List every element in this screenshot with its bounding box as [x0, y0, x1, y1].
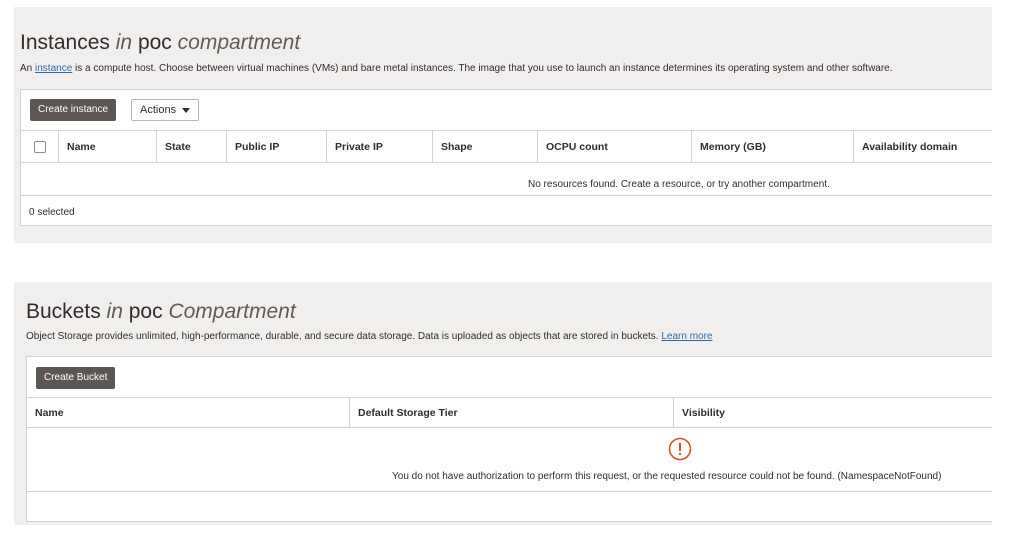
select-all-cell [21, 131, 58, 162]
column-header-public-ip[interactable]: Public IP [226, 131, 326, 162]
column-header-name[interactable]: Name [27, 398, 349, 427]
actions-button[interactable]: Actions [131, 99, 200, 121]
chevron-down-icon [182, 107, 191, 113]
column-header-memory[interactable]: Memory (GB) [691, 131, 853, 162]
buckets-panel: Buckets in poc Compartment Object Storag… [14, 282, 992, 525]
instances-table-footer: 0 selected [21, 195, 992, 227]
instances-page-title: Instances in poc compartment [20, 31, 300, 55]
title-compartment-name: poc [137, 31, 172, 54]
desc-text: Object Storage provides unlimited, high-… [26, 331, 659, 342]
buckets-table-footer [27, 491, 992, 523]
column-header-state[interactable]: State [156, 131, 226, 162]
column-header-name[interactable]: Name [58, 131, 156, 162]
select-all-checkbox[interactable] [33, 140, 46, 153]
instances-table-header: Name State Public IP Private IP Shape OC… [21, 130, 992, 163]
instances-panel: Instances in poc compartment An instance… [14, 7, 992, 243]
actions-label: Actions [140, 104, 177, 116]
title-main: Instances [20, 31, 110, 54]
title-main: Buckets [26, 300, 101, 323]
column-header-default-storage-tier[interactable]: Default Storage Tier [349, 398, 673, 427]
buckets-description: Object Storage provides unlimited, high-… [26, 331, 713, 342]
buckets-table-header: Name Default Storage Tier Visibility [27, 397, 992, 428]
column-header-shape[interactable]: Shape [432, 131, 537, 162]
empty-state-message: No resources found. Create a resource, o… [528, 179, 830, 190]
title-in: in [106, 300, 123, 323]
create-bucket-button[interactable]: Create Bucket [36, 367, 116, 389]
error-message: You do not have authorization to perform… [392, 471, 942, 482]
instance-link[interactable]: instance [35, 63, 72, 74]
instances-table-card: Create instance Actions Name State Publi… [20, 89, 992, 226]
error-icon [668, 437, 692, 461]
create-instance-button[interactable]: Create instance [30, 99, 117, 121]
column-header-visibility[interactable]: Visibility [673, 398, 993, 427]
buckets-table-card: Create Bucket Name Default Storage Tier … [26, 356, 992, 522]
learn-more-link[interactable]: Learn more [661, 331, 712, 342]
instances-description: An instance is a compute host. Choose be… [20, 63, 893, 74]
title-compartment-name: poc [128, 300, 163, 323]
title-in: in [115, 31, 133, 54]
title-compartment-word: Compartment [168, 300, 296, 323]
column-header-availability-domain[interactable]: Availability domain [853, 131, 993, 162]
desc-suffix: is a compute host. Choose between virtua… [75, 63, 893, 74]
column-header-private-ip[interactable]: Private IP [326, 131, 432, 162]
column-header-ocpu-count[interactable]: OCPU count [537, 131, 691, 162]
selected-count: 0 selected [29, 207, 75, 218]
title-compartment-word: compartment [177, 31, 301, 54]
buckets-page-title: Buckets in poc Compartment [26, 300, 296, 324]
desc-prefix: An [20, 63, 33, 74]
